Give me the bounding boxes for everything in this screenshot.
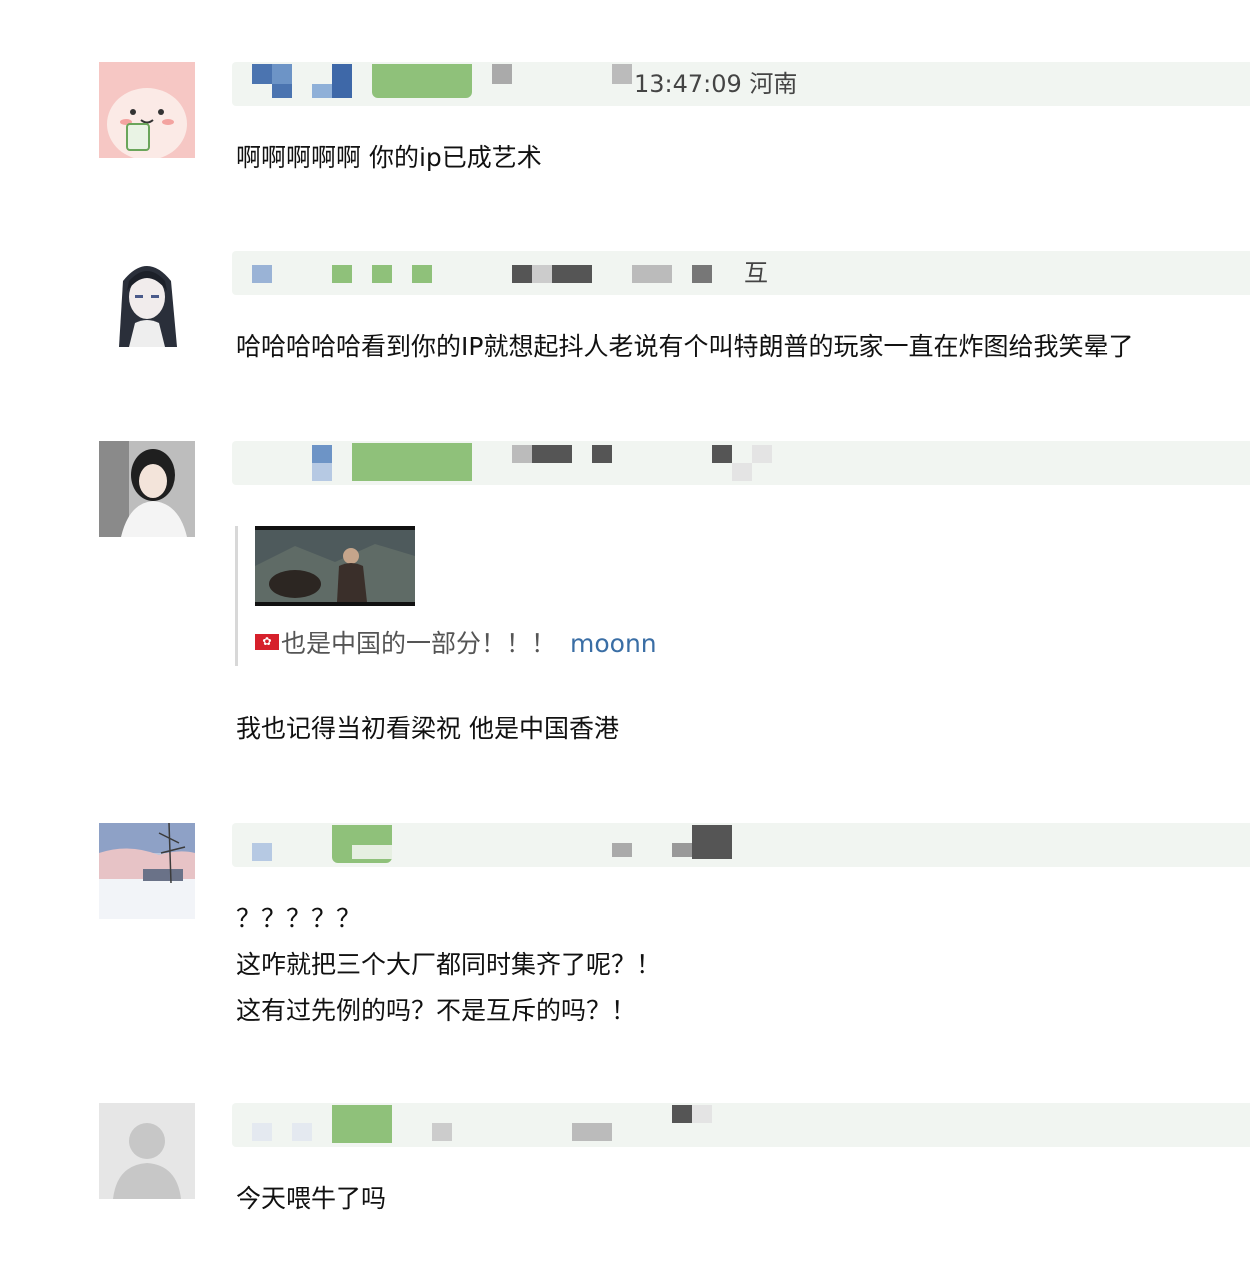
avatar-snow-landscape[interactable]	[99, 823, 195, 919]
avatar-woman-photo[interactable]	[99, 441, 195, 537]
quoted-image[interactable]	[255, 526, 415, 606]
user-meta-bar	[232, 823, 1250, 867]
quoted-reply[interactable]: ✿ 也是中国的一部分！！！ moonn	[235, 526, 657, 666]
user-meta-bar	[232, 441, 1250, 485]
quote-text-line: ✿ 也是中国的一部分！！！ moonn	[255, 624, 657, 664]
avatar-default-silhouette[interactable]	[99, 1103, 195, 1199]
avatar-pink-creature[interactable]	[99, 62, 195, 158]
comment-text: 哈哈哈哈哈看到你的IP就想起抖人老说有个叫特朗普的玩家一直在炸图给我笑晕了	[236, 332, 1134, 361]
user-meta-bar	[232, 1103, 1250, 1147]
comment-text: 我也记得当初看梁祝 他是中国香港	[236, 714, 619, 743]
quoted-username-link[interactable]: moonn	[570, 629, 657, 658]
comment-text: ？？？？？ 这咋就把三个大厂都同时集齐了呢？！ 这有过先例的吗？不是互斥的吗？！	[236, 904, 662, 1025]
user-meta-bar: 互	[232, 251, 1250, 295]
comment-text: 今天喂牛了吗	[236, 1184, 387, 1213]
comment-text: 啊啊啊啊啊 你的ip已成艺术	[236, 143, 542, 172]
user-meta-bar: 13:47:09 河南	[232, 62, 1250, 106]
comment-timestamp: 13:47:09 河南	[634, 70, 798, 98]
avatar-anime-girl[interactable]	[99, 251, 195, 347]
hong-kong-flag-icon: ✿	[255, 634, 279, 650]
comment-location: 互	[744, 259, 768, 287]
